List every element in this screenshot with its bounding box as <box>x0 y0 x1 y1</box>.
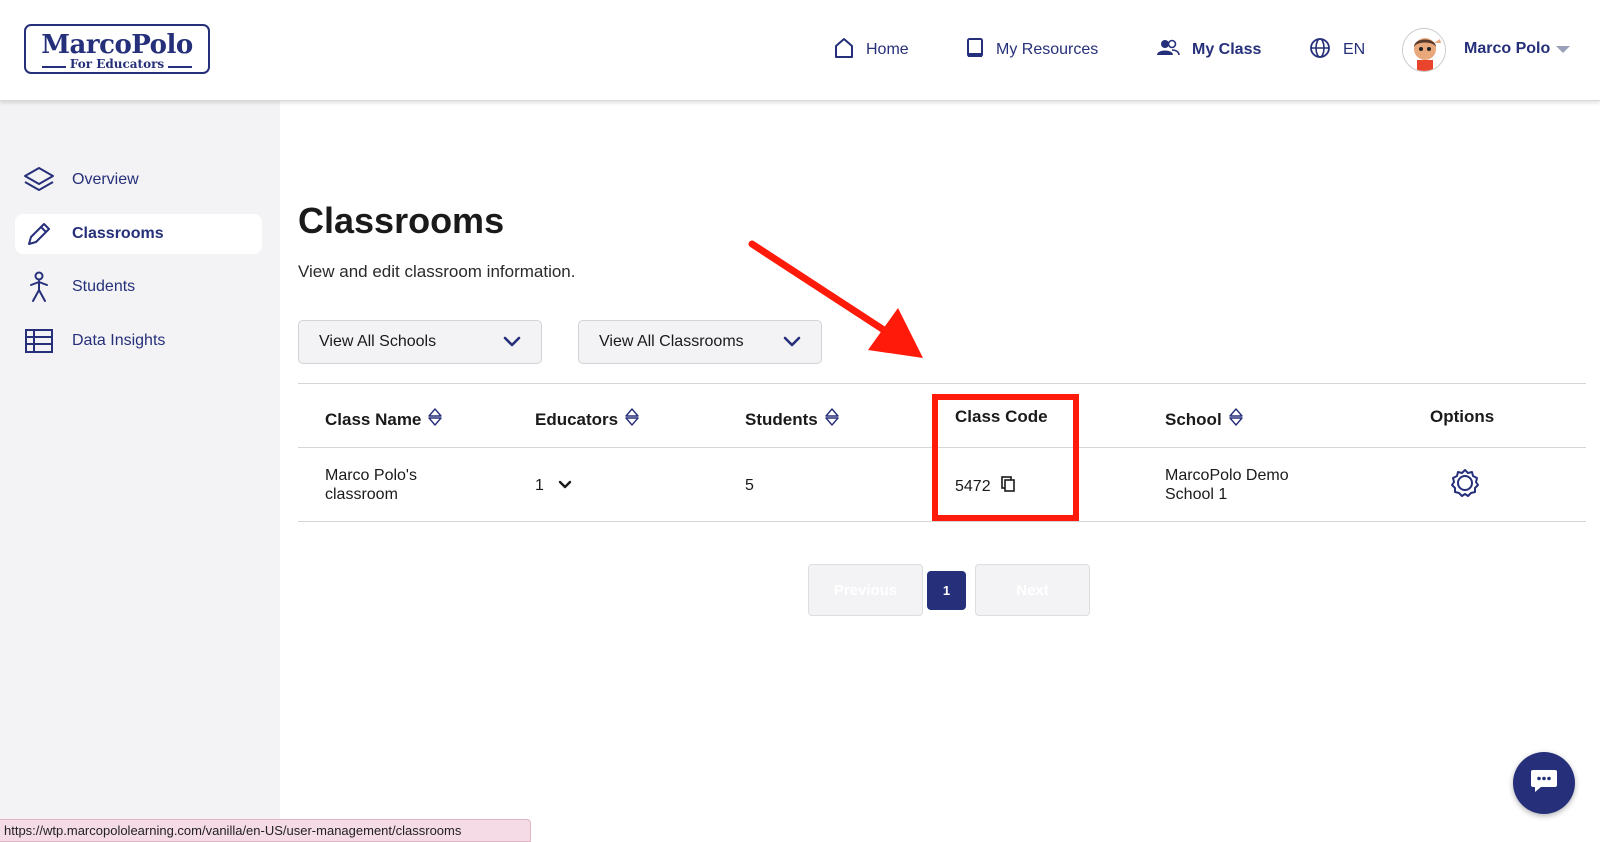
school-filter-dropdown[interactable]: View All Schools <box>298 320 542 364</box>
page-1-button[interactable]: 1 <box>927 571 966 610</box>
column-header-class-name[interactable]: Class Name <box>325 407 443 432</box>
layers-icon <box>23 164 55 196</box>
column-header-school[interactable]: School <box>1165 407 1244 432</box>
nav-my-class-label: My Class <box>1192 41 1262 58</box>
class-name-cell[interactable]: Marco Polo's classroom <box>325 466 417 504</box>
school-filter-label: View All Schools <box>319 333 437 350</box>
sidebar-item-data-insights[interactable]: Data Insights <box>15 321 262 361</box>
chat-button[interactable] <box>1513 752 1575 814</box>
book-icon <box>966 37 996 64</box>
previous-page-button[interactable]: Previous <box>808 564 923 616</box>
nav-my-resources-label: My Resources <box>996 41 1099 58</box>
avatar[interactable] <box>1402 28 1446 72</box>
nav-home[interactable]: Home <box>834 37 909 64</box>
column-header-educators[interactable]: Educators <box>535 407 640 432</box>
people-icon <box>1156 38 1192 63</box>
gear-icon[interactable] <box>1449 469 1481 503</box>
chevron-down-icon[interactable] <box>558 476 572 495</box>
annotation-arrow-icon <box>748 240 923 358</box>
caret-down-icon[interactable] <box>1556 46 1570 53</box>
language-selector[interactable]: EN <box>1309 37 1366 64</box>
nav-home-label: Home <box>866 41 909 58</box>
students-cell: 5 <box>745 477 754 494</box>
options-gear-button[interactable] <box>1449 467 1481 504</box>
pencil-icon <box>23 218 55 250</box>
logo-subtext: For Educators <box>65 57 169 71</box>
column-header-students[interactable]: Students <box>745 407 840 432</box>
page-subtitle: View and edit classroom information. <box>298 262 576 281</box>
next-page-button[interactable]: Next <box>975 564 1090 616</box>
educators-cell[interactable]: 1 <box>535 476 572 495</box>
sidebar: Overview Classrooms Students Data Insigh… <box>0 101 280 842</box>
sidebar-item-classrooms[interactable]: Classrooms <box>15 214 262 254</box>
sort-icon[interactable] <box>618 407 640 432</box>
sort-icon[interactable] <box>1222 407 1244 432</box>
marcopolo-logo[interactable]: MarcoPolo For Educators <box>24 24 210 74</box>
browser-status-url: https://wtp.marcopololearning.com/vanill… <box>0 819 531 842</box>
table-icon <box>23 325 55 357</box>
sort-icon[interactable] <box>421 407 443 432</box>
sort-icon[interactable] <box>818 407 840 432</box>
school-cell: MarcoPolo Demo School 1 <box>1165 467 1289 503</box>
logo-text: MarcoPolo <box>41 30 193 60</box>
sidebar-item-overview[interactable]: Overview <box>15 160 262 200</box>
person-icon <box>23 271 55 303</box>
globe-icon <box>1309 37 1343 64</box>
sidebar-item-label: Data Insights <box>72 332 166 349</box>
sidebar-item-label: Overview <box>72 171 139 188</box>
classroom-filter-label: View All Classrooms <box>599 333 744 350</box>
sidebar-item-label: Classrooms <box>72 225 164 242</box>
sidebar-item-students[interactable]: Students <box>15 267 262 307</box>
user-name[interactable]: Marco Polo <box>1464 40 1550 58</box>
home-icon <box>834 37 866 64</box>
top-header: MarcoPolo For Educators Home My Resource… <box>0 0 1600 101</box>
column-header-options: Options <box>1430 407 1495 426</box>
sidebar-item-label: Students <box>72 278 136 295</box>
chat-bubble-icon <box>1529 767 1559 800</box>
class-code-highlight-box <box>932 394 1079 521</box>
nav-my-class[interactable]: My Class <box>1156 38 1261 62</box>
chevron-down-icon <box>503 335 521 353</box>
page-title: Classrooms <box>298 200 505 241</box>
nav-my-resources[interactable]: My Resources <box>966 37 1099 64</box>
language-label: EN <box>1343 41 1366 58</box>
